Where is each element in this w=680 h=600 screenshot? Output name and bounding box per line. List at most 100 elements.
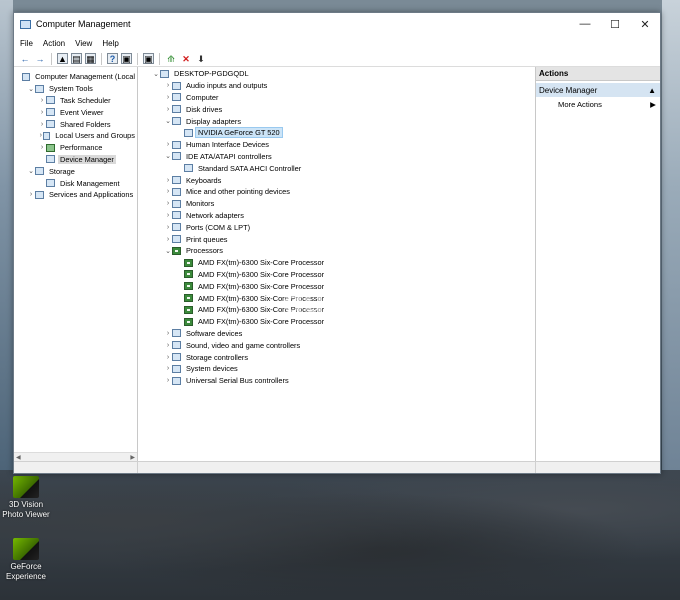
tree-label: Local Users and Groups	[55, 131, 135, 141]
update-driver-icon[interactable]: ⟰	[165, 53, 177, 65]
expand-arrow-icon[interactable]: ⌄	[27, 84, 35, 94]
tree-row[interactable]: ⌄ DESKTOP-PGDGQDL	[138, 68, 535, 80]
tree-row[interactable]: ⌄ Display adapters	[138, 115, 535, 127]
minimize-button[interactable]: —	[570, 13, 600, 35]
expand-arrow-icon[interactable]: ⌄	[164, 246, 172, 256]
show-hide-console-tree-icon[interactable]: ▤	[71, 53, 82, 64]
collapse-arrow-icon[interactable]: ›	[164, 328, 172, 338]
processor-icon	[184, 317, 193, 326]
tree-row[interactable]: Disk Management	[14, 177, 137, 189]
tree-row[interactable]: Standard SATA AHCI Controller	[138, 162, 535, 174]
up-one-level-icon[interactable]: ▲	[57, 53, 68, 64]
tree-label: AMD FX(tm)-6300 Six-Core Processor	[198, 269, 325, 279]
tree-row[interactable]: ⌄ System Tools	[14, 83, 137, 95]
tree-row[interactable]: › Monitors	[138, 198, 535, 210]
geforce-experience-icon	[13, 538, 39, 560]
tree-row[interactable]: NVIDIA GeForce GT 520	[138, 127, 535, 139]
maximize-button[interactable]: ☐	[600, 13, 630, 35]
properties-icon[interactable]: ▦	[85, 53, 96, 64]
tree-row[interactable]: › Mice and other pointing devices	[138, 186, 535, 198]
tree-row[interactable]: ⌄ IDE ATA/ATAPI controllers	[138, 151, 535, 163]
collapse-arrow-icon[interactable]: ›	[164, 175, 172, 185]
desktop-icon-geforce-experience[interactable]: GeForce Experience	[0, 538, 52, 582]
collapse-arrow-icon[interactable]: ›	[164, 187, 172, 197]
tree-row[interactable]: ⌄ Storage	[14, 165, 137, 177]
tree-row[interactable]: › Human Interface Devices	[138, 139, 535, 151]
scroll-right-icon[interactable]: ▶	[130, 454, 135, 461]
expand-arrow-icon[interactable]: ⌄	[27, 166, 35, 176]
scroll-left-icon[interactable]: ◀	[16, 454, 21, 461]
collapse-arrow-icon[interactable]: ›	[164, 140, 172, 150]
toolbar-separator	[137, 52, 138, 65]
tree-row[interactable]: AMD FX(tm)-6300 Six-Core Processor	[138, 257, 535, 269]
tree-row[interactable]: › Event Viewer	[14, 106, 137, 118]
tree-label: DESKTOP-PGDGQDL	[174, 69, 249, 79]
tree-row[interactable]: › Network adapters	[138, 210, 535, 222]
tree-row[interactable]: › Shared Folders	[14, 118, 137, 130]
actions-section-device-manager[interactable]: Device Manager ▲	[536, 83, 660, 97]
tree-row[interactable]: › Keyboards	[138, 174, 535, 186]
expand-arrow-icon[interactable]: ⌄	[152, 69, 160, 79]
collapse-icon[interactable]: ▲	[648, 86, 656, 95]
tree-row[interactable]: AMD FX(tm)-6300 Six-Core Processor	[138, 269, 535, 281]
download-icon[interactable]: ⬇	[195, 53, 207, 65]
menu-view[interactable]: View	[75, 39, 92, 48]
tree-label: Software devices	[186, 328, 243, 338]
tree-row[interactable]: › Sound, video and game controllers	[138, 339, 535, 351]
tree-row[interactable]: › Ports (COM & LPT)	[138, 221, 535, 233]
tree-row[interactable]: › Computer	[138, 92, 535, 104]
hid-icon	[172, 140, 181, 149]
close-button[interactable]: ✕	[630, 13, 660, 35]
title-bar[interactable]: Computer Management — ☐ ✕	[14, 13, 660, 35]
collapse-arrow-icon[interactable]: ›	[164, 199, 172, 209]
collapse-arrow-icon[interactable]: ›	[164, 222, 172, 232]
tree-row[interactable]: › System devices	[138, 363, 535, 375]
tree-row[interactable]: Device Manager	[14, 154, 137, 166]
expand-arrow-icon[interactable]: ⌄	[164, 116, 172, 126]
uninstall-device-icon[interactable]: ✕	[180, 53, 192, 65]
collapse-arrow-icon[interactable]: ›	[38, 143, 46, 153]
help-icon[interactable]: ?	[107, 53, 118, 64]
desktop-wallpaper	[0, 470, 680, 600]
tree-row[interactable]: › Print queues	[138, 233, 535, 245]
collapse-arrow-icon[interactable]: ›	[164, 364, 172, 374]
tree-label: Network adapters	[186, 210, 244, 220]
collapse-arrow-icon[interactable]: ›	[38, 95, 46, 105]
tree-row[interactable]: › Task Scheduler	[14, 95, 137, 107]
menu-file[interactable]: File	[20, 39, 33, 48]
expand-arrow-icon[interactable]: ⌄	[164, 151, 172, 161]
collapse-arrow-icon[interactable]: ›	[164, 92, 172, 102]
tree-row[interactable]: Computer Management (Local	[14, 71, 137, 83]
collapse-arrow-icon[interactable]: ›	[164, 104, 172, 114]
menu-action[interactable]: Action	[43, 39, 65, 48]
tree-row[interactable]: ⌄ Processors	[138, 245, 535, 257]
tree-row[interactable]: › Local Users and Groups	[14, 130, 137, 142]
show-action-pane-icon[interactable]: ▣	[121, 53, 132, 64]
collapse-arrow-icon[interactable]: ›	[164, 376, 172, 386]
tree-row[interactable]: › Storage controllers	[138, 351, 535, 363]
tree-row[interactable]: › Universal Serial Bus controllers	[138, 375, 535, 387]
tree-row[interactable]: › Disk drives	[138, 103, 535, 115]
3d-vision-icon	[13, 476, 39, 498]
collapse-arrow-icon[interactable]: ›	[164, 210, 172, 220]
computer-management-icon	[20, 19, 31, 29]
collapse-arrow-icon[interactable]: ›	[164, 81, 172, 91]
collapse-arrow-icon[interactable]: ›	[38, 119, 46, 129]
collapse-arrow-icon[interactable]: ›	[27, 190, 35, 200]
tree-label: Storage	[49, 166, 75, 176]
tree-row[interactable]: › Performance	[14, 142, 137, 154]
collapse-arrow-icon[interactable]: ›	[38, 107, 46, 117]
menu-help[interactable]: Help	[102, 39, 118, 48]
forward-icon[interactable]: →	[34, 53, 46, 65]
tree-row[interactable]: › Services and Applications	[14, 189, 137, 201]
desktop-icon-3d-vision[interactable]: 3D Vision Photo Viewer	[0, 476, 52, 520]
collapse-arrow-icon[interactable]: ›	[164, 352, 172, 362]
collapse-arrow-icon[interactable]: ›	[164, 234, 172, 244]
collapse-arrow-icon[interactable]: ›	[164, 340, 172, 350]
back-icon[interactable]: ←	[19, 53, 31, 65]
tree-row[interactable]: › Software devices	[138, 328, 535, 340]
tree-row[interactable]: › Audio inputs and outputs	[138, 80, 535, 92]
more-actions-item[interactable]: More Actions ▶	[536, 97, 660, 111]
scan-hardware-icon[interactable]: ▣	[143, 53, 154, 64]
